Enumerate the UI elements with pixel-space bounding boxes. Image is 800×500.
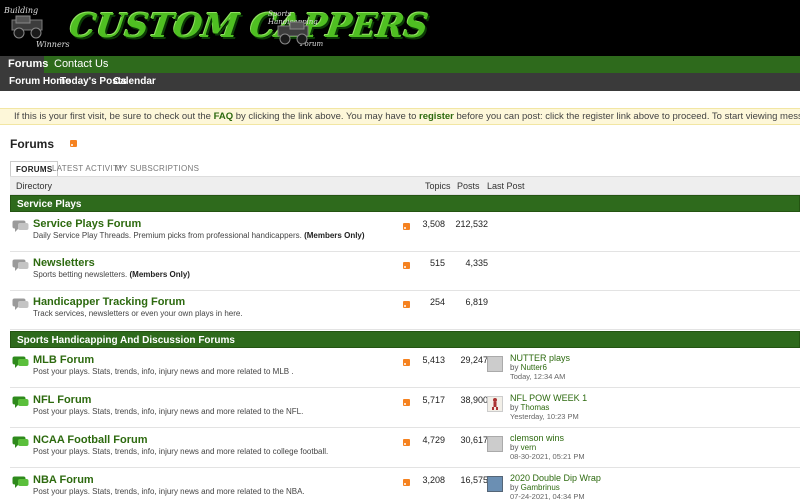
forum-new-posts-icon — [12, 356, 29, 368]
notice-text: by clicking the link above. You may have… — [233, 111, 420, 122]
forum-row[interactable]: Service Plays Forum Daily Service Play T… — [10, 213, 800, 252]
col-posts: Posts — [457, 181, 480, 191]
forum-description: Post your plays. Stats, trends, info, in… — [33, 367, 294, 376]
topic-count: 515 — [429, 258, 445, 268]
page-title: Forums — [10, 137, 55, 151]
forum-row[interactable]: Handicapper Tracking Forum Track service… — [10, 291, 800, 330]
post-count: 38,900 — [460, 395, 488, 405]
last-post-author: by Gambrinus — [510, 483, 560, 492]
forum-description: Daily Service Play Threads. Premium pick… — [33, 231, 365, 240]
topic-count: 3,208 — [422, 475, 445, 485]
avatar[interactable] — [487, 356, 503, 372]
forum-title[interactable]: Service Plays Forum — [33, 218, 141, 230]
register-link[interactable]: register — [419, 111, 454, 122]
topic-count: 3,508 — [422, 219, 445, 229]
nav-calendar[interactable]: Calendar — [113, 73, 156, 91]
tab-my-subscriptions[interactable]: MY SUBSCRIPTIONS — [115, 161, 199, 176]
last-post-title[interactable]: NFL POW WEEK 1 — [510, 393, 587, 403]
notice-text: before you can post: click the register … — [456, 111, 800, 122]
forum-title[interactable]: NCAA Football Forum — [33, 434, 147, 446]
logo-title: CUSTOM CAPPERS — [67, 6, 431, 45]
forum-title[interactable]: Newsletters — [33, 257, 95, 269]
topic-count: 5,413 — [422, 355, 445, 365]
notice-text: If this is your first visit, be sure to … — [14, 111, 214, 122]
logo-tagline-top: Building — [4, 6, 39, 15]
forum-row[interactable]: NFL Forum Post your plays. Stats, trends… — [10, 389, 800, 428]
rss-icon[interactable] — [403, 399, 410, 406]
last-post-date: 08-30-2021, 05:21 PM — [510, 452, 585, 461]
avatar[interactable] — [487, 396, 503, 412]
avatar[interactable] — [487, 476, 503, 492]
last-post-date: 07-24-2021, 04:34 PM — [510, 492, 585, 500]
forum-description: Sports betting newsletters. (Members Onl… — [33, 270, 190, 279]
forum-row[interactable]: NBA Forum Post your plays. Stats, trends… — [10, 469, 800, 500]
forum-status-icon — [12, 259, 29, 271]
rss-icon[interactable] — [403, 223, 410, 230]
post-count: 6,819 — [465, 297, 488, 307]
forum-title[interactable]: NBA Forum — [33, 474, 94, 486]
rss-icon[interactable] — [403, 439, 410, 446]
avatar[interactable] — [487, 436, 503, 452]
site-logo[interactable]: Building Winners CUSTOM CAPPERS Sports H… — [0, 0, 431, 56]
author-link[interactable]: Thomas — [521, 403, 550, 412]
forum-new-posts-icon — [12, 436, 29, 448]
truck-icon — [277, 21, 309, 45]
truck-icon — [11, 15, 43, 39]
forum-description: Track services, newsletters or even your… — [33, 309, 243, 318]
forum-description: Post your plays. Stats, trends, info, in… — [33, 487, 305, 496]
author-link[interactable]: Gambrinus — [521, 483, 560, 492]
last-post-author: by Thomas — [510, 403, 550, 412]
main-nav: Forums Contact Us — [0, 56, 800, 73]
logo-tagline-bottom: Winners — [36, 40, 70, 49]
tab-latest-activity[interactable]: LATEST ACTIVITY — [52, 161, 124, 176]
post-count: 4,335 — [465, 258, 488, 268]
sub-nav: Forum Home Today's Posts Calendar — [0, 73, 800, 91]
tab-forums[interactable]: Forums — [0, 56, 48, 73]
col-last-post: Last Post — [487, 181, 525, 191]
topic-count: 5,717 — [422, 395, 445, 405]
forum-table-header: Directory Topics Posts Last Post — [10, 176, 800, 195]
rss-icon[interactable] — [403, 479, 410, 486]
post-count: 29,247 — [460, 355, 488, 365]
topic-count: 254 — [429, 297, 445, 307]
last-post-date: Today, 12:34 AM — [510, 372, 566, 381]
author-link[interactable]: vern — [521, 443, 537, 452]
rss-icon[interactable] — [403, 301, 410, 308]
rss-icon[interactable] — [70, 140, 77, 147]
first-visit-notice: If this is your first visit, be sure to … — [0, 108, 800, 125]
site-header: Building Winners CUSTOM CAPPERS Sports H… — [0, 0, 800, 56]
forum-title[interactable]: NFL Forum — [33, 394, 91, 406]
last-post-date: Yesterday, 10:23 PM — [510, 412, 579, 421]
forum-title[interactable]: MLB Forum — [33, 354, 94, 366]
last-post-title[interactable]: clemson wins — [510, 433, 564, 443]
topic-count: 4,729 — [422, 435, 445, 445]
forum-description: Post your plays. Stats, trends, info, in… — [33, 447, 329, 456]
forum-status-icon — [12, 298, 29, 310]
tab-contact-us[interactable]: Contact Us — [46, 56, 116, 73]
forum-row[interactable]: Newsletters Sports betting newsletters. … — [10, 252, 800, 291]
category-header[interactable]: Sports Handicapping And Discussion Forum… — [10, 331, 800, 348]
rss-icon[interactable] — [403, 359, 410, 366]
col-topics: Topics — [425, 181, 451, 191]
rss-icon[interactable] — [403, 262, 410, 269]
forum-row[interactable]: NCAA Football Forum Post your plays. Sta… — [10, 429, 800, 468]
last-post-title[interactable]: 2020 Double Dip Wrap — [510, 473, 601, 483]
last-post-author: by vern — [510, 443, 537, 452]
last-post-title[interactable]: NUTTER plays — [510, 353, 570, 363]
post-count: 212,532 — [455, 219, 488, 229]
avatar-figure-icon — [492, 398, 498, 410]
category-header[interactable]: Service Plays — [10, 195, 800, 212]
forum-title[interactable]: Handicapper Tracking Forum — [33, 296, 185, 308]
post-count: 30,617 — [460, 435, 488, 445]
forum-status-icon — [12, 220, 29, 232]
forum-row[interactable]: MLB Forum Post your plays. Stats, trends… — [10, 349, 800, 388]
last-post-author: by Nutter6 — [510, 363, 547, 372]
forum-new-posts-icon — [12, 396, 29, 408]
author-link[interactable]: Nutter6 — [521, 363, 547, 372]
post-count: 16,575 — [460, 475, 488, 485]
forum-description: Post your plays. Stats, trends, info, in… — [33, 407, 304, 416]
col-directory: Directory — [16, 181, 53, 191]
forum-new-posts-icon — [12, 476, 29, 488]
faq-link[interactable]: FAQ — [214, 111, 234, 122]
